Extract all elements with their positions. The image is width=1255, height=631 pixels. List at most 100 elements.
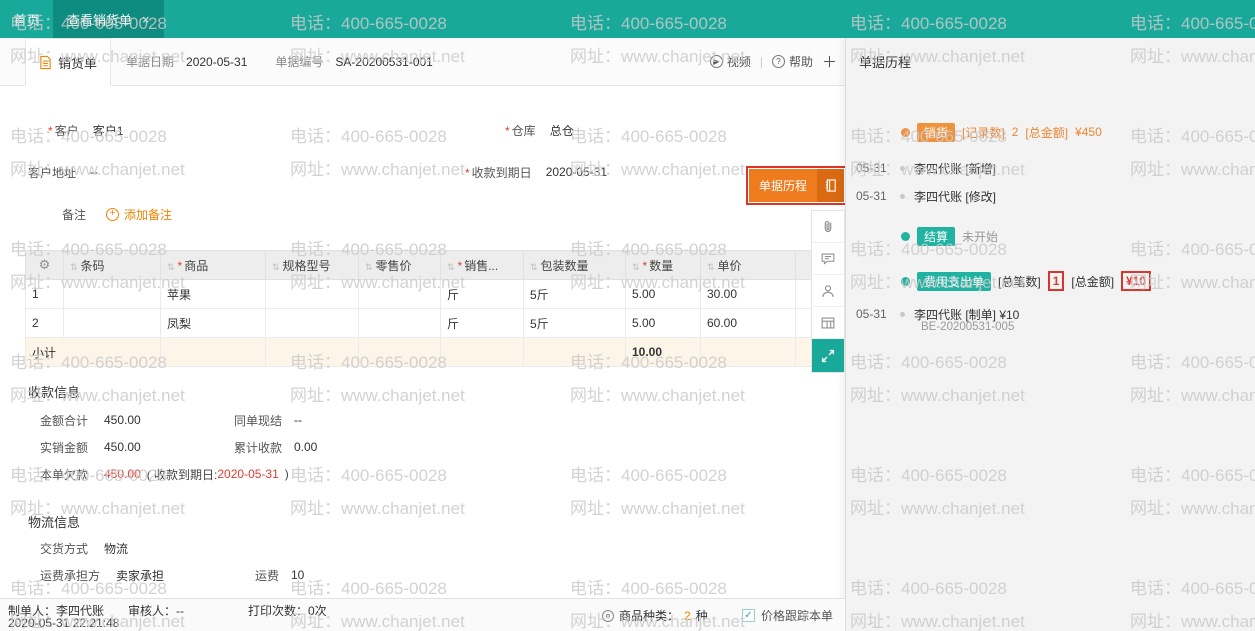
annotation-highlight: ¥10	[1121, 271, 1151, 291]
sort-icon: ⇅	[632, 262, 640, 272]
tab-home[interactable]: 首页	[0, 0, 53, 38]
column-settings-button[interactable]: ⚙	[26, 251, 64, 280]
subtotal-label: 小计	[26, 338, 161, 367]
expense-count-label: [总笔数]	[998, 273, 1041, 290]
video-link[interactable]: ▶ 视频	[710, 53, 751, 70]
tab-current-document[interactable]: 查看销货单 ×	[53, 0, 164, 38]
contact-button[interactable]	[812, 275, 844, 307]
history-sales-summary: 销货 [记录数] 2 [总金额] ¥450	[901, 122, 1102, 142]
close-tab-icon[interactable]: ×	[142, 12, 150, 27]
add-remark-link[interactable]: + 添加备注	[106, 206, 172, 223]
column-header-pack-qty[interactable]: ⇅包装数量	[524, 251, 626, 280]
unit-price-cell: 30.00	[701, 280, 796, 309]
required-mark: *	[48, 124, 53, 138]
subtotal-qty: 10.00	[626, 338, 701, 367]
required-mark: *	[643, 259, 648, 273]
event-dot-icon	[900, 194, 905, 199]
warehouse-value: 总仓	[550, 122, 574, 139]
column-header-retail-price[interactable]: ⇅零售价	[359, 251, 441, 280]
table-row: 2 凤梨 斤 5斤 5.00 60.00	[26, 309, 846, 338]
event-text: 李四代账 [修改]	[914, 188, 996, 205]
help-link[interactable]: ? 帮助	[772, 53, 813, 70]
payment-row: 实销金额 450.00 累计收款 0.00	[40, 439, 317, 455]
column-header-sales-unit[interactable]: ⇅*销售...	[441, 251, 524, 280]
sort-icon: ⇅	[272, 262, 280, 272]
payment-section-title: 收款信息	[28, 382, 80, 401]
comment-button[interactable]	[812, 243, 844, 275]
logistics-section-title: 物流信息	[28, 512, 80, 531]
customer-address-field: 客户地址 --	[28, 164, 98, 180]
debt-value: 450.00	[104, 467, 141, 481]
tab-sales-order-label: 销货单	[58, 53, 97, 72]
sort-icon: ⇅	[70, 262, 78, 272]
doc-number-value: SA-20200531-001	[335, 55, 432, 69]
timeline-dot-icon	[901, 128, 910, 137]
customer-field: *客户 客户1	[48, 122, 123, 138]
remark-label: 备注	[62, 206, 86, 223]
top-navigation-bar: 首页 查看销货单 ×	[0, 0, 1255, 38]
add-icon[interactable]: ＋	[822, 51, 837, 72]
barcode-cell	[64, 280, 161, 309]
history-expense-summary: 费用支出单 [总笔数] 1 [总金额] ¥10	[901, 271, 1151, 291]
delivery-method-value: 物流	[104, 540, 128, 557]
document-history-button[interactable]: 单据历程	[749, 169, 844, 202]
column-header-barcode[interactable]: ⇅条码	[64, 251, 161, 280]
debt-note-close: )	[285, 467, 289, 481]
due-date-value: 2020-05-31	[546, 165, 607, 179]
print-count-text: 打印次数：0次	[248, 602, 327, 619]
tab-current-label: 查看销货单	[67, 10, 132, 29]
row-number: 1	[26, 280, 64, 309]
created-time: 2020-05-31 22:21:48	[8, 616, 119, 630]
app-window: 首页 查看销货单 × 销货单 单据日期 2020-05-31 单据编号 SA-2…	[0, 0, 1255, 631]
total-amount-label: 金额合计	[40, 412, 104, 429]
expense-doc-number: BE-20200531-005	[921, 321, 1014, 333]
qty-cell: 5.00	[626, 280, 701, 309]
sku-count: 2	[684, 609, 691, 623]
expand-icon	[819, 347, 837, 365]
due-date-label: *收款到期日	[465, 164, 532, 181]
annotation-highlight: 1	[1048, 271, 1065, 291]
sku-unit: 种	[696, 607, 708, 624]
warehouse-field: *仓库 总仓	[505, 122, 574, 138]
auditor-text: 审核人：--	[128, 602, 184, 619]
expand-button[interactable]	[812, 339, 844, 372]
column-header-qty[interactable]: ⇅*数量	[626, 251, 701, 280]
debt-row: 本单欠款 450.00 ( 收款到期日: 2020-05-31 )	[40, 466, 289, 482]
document-area: 销货单 单据日期 2020-05-31 单据编号 SA-20200531-001…	[0, 38, 845, 598]
question-circle-icon: ?	[772, 55, 785, 68]
customer-address-value: --	[90, 165, 98, 179]
video-link-label: 视频	[727, 53, 751, 70]
expense-badge: 费用支出单	[917, 272, 991, 291]
column-header-spec[interactable]: ⇅规格型号	[266, 251, 359, 280]
grid-button[interactable]	[812, 307, 844, 339]
checkbox-checked-icon: ✓	[742, 609, 755, 622]
add-remark-label: 添加备注	[124, 206, 172, 223]
table-header-row: ⚙ ⇅条码 ⇅*商品 ⇅规格型号 ⇅零售价 ⇅*销售... ⇅包装数量 ⇅*数量…	[26, 251, 846, 280]
sales-amount-label: [总金额]	[1025, 124, 1068, 141]
customer-value: 客户1	[93, 122, 124, 139]
retail-cell	[359, 280, 441, 309]
tab-sales-order[interactable]: 销货单	[25, 38, 111, 86]
barcode-cell	[64, 309, 161, 338]
debt-due-date: 2020-05-31	[217, 467, 278, 481]
play-circle-icon: ▶	[710, 55, 723, 68]
attachment-button[interactable]	[812, 211, 844, 243]
sort-icon: ⇅	[167, 262, 175, 272]
column-header-unit-price[interactable]: ⇅单价	[701, 251, 796, 280]
history-event: 05-31 李四代账 [修改]	[856, 187, 996, 205]
cash-settle-label: 同单现结	[234, 412, 294, 429]
required-mark: *	[465, 166, 470, 180]
toolbar-right-links: ▶ 视频 | ? 帮助 ＋	[710, 51, 845, 72]
sales-unit-cell: 斤	[441, 280, 524, 309]
required-mark: *	[505, 124, 510, 138]
due-date-field: *收款到期日 2020-05-31	[465, 164, 607, 180]
sales-badge: 销货	[917, 123, 955, 142]
sort-icon: ⇅	[365, 262, 373, 272]
event-date: 05-31	[856, 189, 900, 203]
annotation-highlight: 单据历程	[746, 166, 847, 205]
price-track-toggle[interactable]: ✓ 价格跟踪本单	[742, 607, 833, 624]
debt-label: 本单欠款	[40, 466, 104, 483]
comment-icon	[819, 250, 837, 268]
logistics-row: 运费承担方 卖家承担 运费 10	[40, 567, 304, 583]
column-header-product[interactable]: ⇅*商品	[161, 251, 266, 280]
